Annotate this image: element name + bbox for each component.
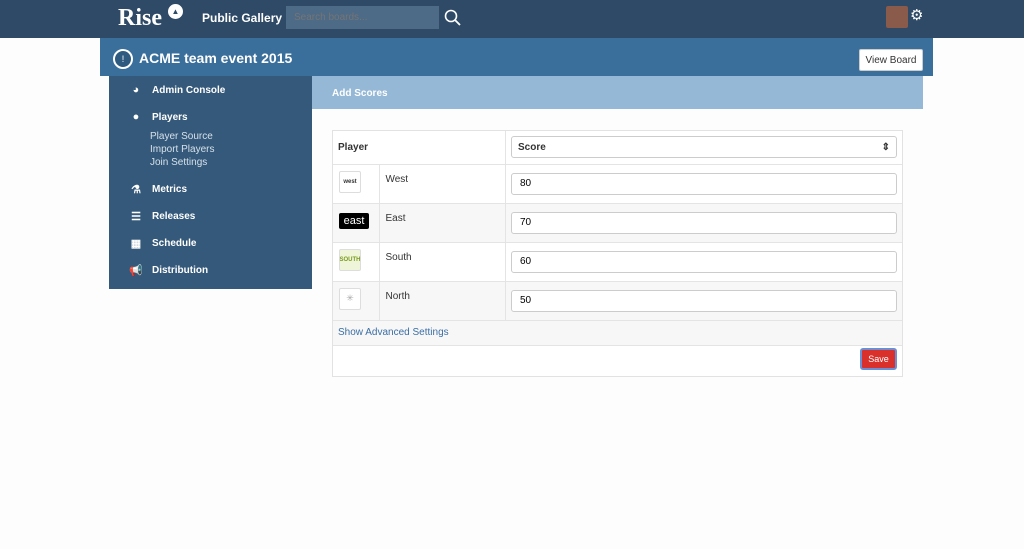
score-input-east[interactable] [511, 211, 897, 234]
calendar-icon: ▦ [130, 238, 142, 250]
logo-triangle-icon: ▲ [168, 4, 183, 19]
add-scores-heading: Add Scores [312, 76, 923, 109]
table-row: SOUTH South [333, 242, 902, 282]
sidebar-sub-join-settings[interactable]: Join Settings [150, 157, 207, 168]
player-column-header: Player [333, 131, 506, 165]
player-logo-west: west [339, 170, 361, 193]
player-logo-south: SOUTH [339, 248, 361, 271]
sidebar-item-distribution[interactable]: 📢 Distribution [129, 264, 208, 277]
table-row: ✳ North [333, 281, 902, 321]
dashboard-icon: ◕ [132, 84, 140, 96]
sidebar-item-releases[interactable]: ☰ Releases [129, 210, 195, 223]
player-logo-north: ✳ [339, 287, 361, 310]
user-avatar[interactable] [886, 6, 908, 28]
player-logo-east: east [339, 212, 369, 229]
sidebar: ◕ Admin Console ● Players Player Source Im… [109, 76, 312, 289]
table-row: east East [333, 203, 902, 243]
sidebar-item-metrics[interactable]: ⚗ Metrics [129, 183, 187, 196]
save-button[interactable]: Save [860, 348, 897, 370]
score-input-west[interactable] [511, 172, 897, 195]
player-name: South [379, 242, 506, 282]
megaphone-icon: 📢 [129, 265, 143, 277]
score-header-cell: Score ⇕ [505, 131, 902, 165]
player-name: North [379, 281, 506, 321]
player-name: East [379, 203, 506, 243]
sidebar-item-admin-console[interactable]: ◕ Admin Console [129, 84, 226, 96]
sidebar-sub-import-players[interactable]: Import Players [150, 144, 214, 155]
score-input-north[interactable] [511, 289, 897, 312]
public-gallery-link[interactable]: Public Gallery [202, 11, 282, 25]
rise-logo[interactable]: Rise [118, 5, 162, 32]
select-arrows-icon: ⇕ [881, 141, 890, 153]
scores-table: Player Score⇕ west West east East SOUTH … [333, 131, 902, 321]
score-input-south[interactable] [511, 250, 897, 273]
board-header: ! ACME team event 2015 View Board [100, 38, 933, 76]
sidebar-sub-player-source[interactable]: Player Source [150, 131, 213, 142]
search-input[interactable] [286, 6, 439, 29]
top-navbar: Rise ▲ Public Gallery ⚙ [0, 0, 1024, 38]
sidebar-item-schedule[interactable]: ▦ Schedule [129, 237, 197, 250]
player-name: West [379, 164, 506, 204]
scores-panel: Player Score⇕ west West east East SOUTH … [332, 130, 903, 377]
flask-icon: ⚗ [131, 184, 141, 196]
user-icon: ● [132, 111, 140, 123]
board-title: ACME team event 2015 [139, 50, 293, 66]
view-board-button[interactable]: View Board [859, 49, 923, 71]
search-icon[interactable] [444, 9, 461, 26]
table-row: west West [333, 164, 902, 204]
board-icon: ! [113, 49, 133, 69]
score-metric-select[interactable]: Score ⇕ [511, 136, 897, 159]
show-advanced-settings-link[interactable]: Show Advanced Settings [333, 320, 902, 346]
sidebar-item-players[interactable]: ● Players [129, 111, 188, 123]
gear-icon[interactable]: ⚙ [910, 6, 923, 24]
list-icon: ☰ [131, 211, 141, 223]
